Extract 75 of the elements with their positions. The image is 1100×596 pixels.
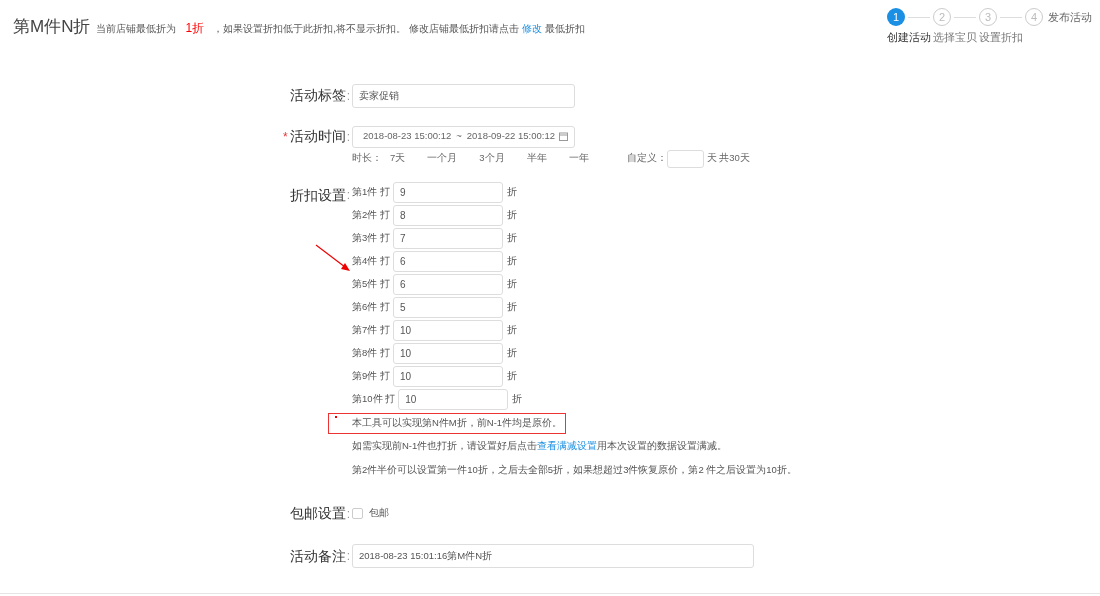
field-label: 活动备注 (289, 546, 346, 566)
notice-highlight: 1折 (185, 20, 205, 38)
notice-text: ，如果设置折扣低于此折扣,将不显示折扣。 修改店铺最低折扣请点击 (213, 21, 519, 36)
item-label: 第1件 打 (352, 185, 390, 200)
discount-input[interactable]: 10 (392, 320, 503, 341)
custom-unit: 天 共30天 (706, 151, 750, 166)
unit-label: 折 (506, 277, 517, 292)
unit-label: 折 (506, 300, 517, 315)
field-label: 包邮设置 (289, 504, 346, 523)
discount-input[interactable]: 6 (392, 251, 503, 272)
unit-label: 折 (506, 369, 517, 384)
field-label: 折扣设置 (289, 185, 346, 205)
unit-label: 折 (506, 254, 517, 269)
arrow-icon (315, 244, 351, 272)
step-label: 设置折扣 (979, 30, 1023, 45)
item-label: 第9件 打 (352, 369, 390, 384)
field-label: 活动标签 (289, 86, 346, 105)
start-date: 2018-08-23 15:00:12 (363, 129, 452, 144)
duration-option[interactable]: 半年 (526, 151, 547, 166)
discount-input[interactable]: 9 (392, 182, 503, 203)
range-separator: ~ (456, 129, 462, 144)
discount-input[interactable]: 10 (392, 366, 503, 387)
notice-text: 当前店铺最低折为 (96, 21, 177, 36)
item-label: 第5件 打 (352, 277, 390, 292)
unit-label: 折 (506, 185, 517, 200)
unit-label: 折 (506, 323, 517, 338)
modify-link[interactable]: 修改 (521, 20, 542, 36)
step-number: 1 (887, 8, 905, 26)
date-range-input[interactable]: 2018-08-23 15:00:12 ~ 2018-09-22 15:00:12 (352, 125, 575, 148)
item-label: 第3件 打 (352, 231, 390, 246)
full-reduction-link[interactable]: 查看满减设置 (537, 439, 598, 451)
unit-label: 折 (506, 208, 517, 223)
custom-label: 自定义： (626, 151, 667, 166)
field-label: 活动时间 (289, 127, 346, 146)
step-label: 创建活动 (887, 30, 931, 45)
discount-input[interactable]: 6 (392, 274, 503, 295)
unit-label: 折 (512, 392, 523, 407)
checkbox[interactable] (352, 508, 363, 519)
tag-input[interactable]: 卖家促销 (352, 83, 575, 108)
note-text: 本工具可以实现第N件M折，前N-1件均是原价。 (352, 415, 563, 430)
colon: : (346, 548, 350, 565)
item-label: 第8件 打 (352, 346, 390, 361)
duration-option[interactable]: 一年 (568, 151, 589, 166)
item-label: 第2件 打 (352, 208, 390, 223)
discount-input[interactable]: 7 (392, 228, 503, 249)
colon: : (346, 505, 350, 523)
required-mark: * (283, 128, 288, 146)
duration-option[interactable]: 7天 (390, 151, 406, 166)
discount-input[interactable]: 10 (392, 343, 503, 364)
duration-option[interactable]: 3个月 (479, 151, 505, 166)
page-title: 第M件N折 (13, 16, 91, 38)
notice-text: 最低折扣 (544, 21, 585, 36)
unit-label: 折 (506, 231, 517, 246)
item-label: 第10件 打 (352, 392, 396, 407)
discount-input[interactable]: 10 (398, 389, 509, 410)
unit-label: 折 (506, 346, 517, 361)
duration-option[interactable]: 一个月 (427, 151, 458, 166)
colon: : (346, 187, 350, 204)
note-text: 第2件半价可以设置第一件10折，之后去全部5折，如果想超过3件恢复原价，第2 件之后设置为10折。 (351, 462, 798, 477)
item-label: 第7件 打 (352, 323, 390, 338)
step-label: 发布活动 (1048, 9, 1092, 25)
colon: : (346, 87, 350, 105)
discount-input[interactable]: 8 (392, 205, 503, 226)
duration-label: 时长： (352, 151, 382, 166)
custom-days-input[interactable] (666, 149, 704, 168)
calendar-icon (559, 132, 568, 141)
item-label: 第6件 打 (352, 300, 390, 315)
remark-input[interactable]: 2018-08-23 15:01:16第M件N折 (352, 544, 754, 568)
colon: : (346, 128, 350, 146)
step-label: 选择宝贝 (933, 30, 977, 45)
checkbox-label: 包邮 (369, 506, 389, 521)
end-date: 2018-09-22 15:00:12 (466, 129, 555, 144)
discount-input[interactable]: 5 (392, 297, 503, 318)
note-text: 如需实现前N-1件也打折，请设置好后点击查看满减设置用本次设置的数据设置满减。 (351, 438, 729, 453)
item-label: 第4件 打 (352, 254, 390, 269)
